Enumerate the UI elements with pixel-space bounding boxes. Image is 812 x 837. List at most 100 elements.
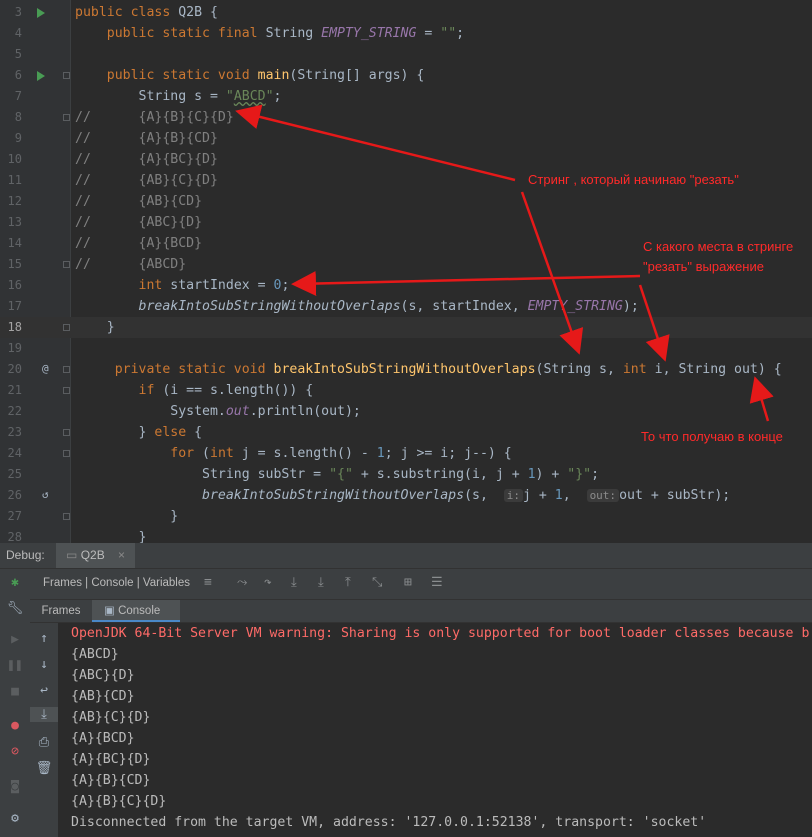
view-breakpoints-icon[interactable]: ● — [0, 718, 30, 733]
wrench-icon[interactable]: 🔧︎ — [0, 601, 30, 616]
line-number: 27 — [7, 509, 22, 523]
line-number: 19 — [7, 341, 22, 355]
tab-console-label: Console — [118, 605, 161, 617]
console-icon: ▣ — [104, 605, 115, 617]
code-line[interactable]: 24 for (int j = s.length() - 1; j >= i; … — [0, 443, 812, 464]
line-number: 15 — [7, 257, 22, 271]
code-line[interactable]: 19 — [0, 338, 812, 359]
camera-icon[interactable]: ◙ — [0, 779, 30, 794]
code-line[interactable]: 17 breakIntoSubStringWithoutOverlaps(s, … — [0, 296, 812, 317]
code-line[interactable]: 10 // {A}{BC}{D} — [0, 149, 812, 170]
code-line[interactable]: 4 public static final String EMPTY_STRIN… — [0, 23, 812, 44]
code-line[interactable]: 6 public static void main(String[] args)… — [0, 65, 812, 86]
fold-marker-icon[interactable] — [63, 450, 70, 457]
code-line[interactable]: 18 } — [0, 317, 812, 338]
debug-label: Debug: — [6, 548, 45, 562]
layout-title[interactable]: Frames | Console | Variables — [43, 577, 190, 589]
soft-wrap-icon[interactable]: ↩ — [30, 683, 58, 698]
console-output[interactable]: OpenJDK 64-Bit Server VM warning: Sharin… — [58, 623, 812, 837]
line-number: 25 — [7, 467, 22, 481]
console-line: {ABC}{D} — [71, 668, 135, 683]
line-number: 14 — [7, 236, 22, 250]
fold-marker-icon[interactable] — [63, 72, 70, 79]
debugger-subtabs: Frames ▣ Console — [30, 600, 812, 623]
console-line: {A}{B}{C}{D} — [71, 794, 167, 809]
fold-marker-icon[interactable] — [63, 366, 70, 373]
fold-marker-icon[interactable] — [63, 324, 70, 331]
show-execution-point-icon[interactable]: ⤳ — [237, 576, 247, 590]
annotation-from-where-2: "резать" выражение — [643, 259, 764, 274]
up-arrow-icon[interactable]: ↑ — [30, 631, 58, 646]
code-text: public static void main(String[] args) { — [106, 68, 425, 83]
close-icon[interactable]: × — [118, 548, 125, 562]
force-step-into-icon[interactable]: ⤓ — [318, 576, 324, 590]
fold-marker-icon[interactable] — [63, 429, 70, 436]
scroll-to-end-icon[interactable]: ⤓ — [30, 707, 58, 722]
fold-marker-icon[interactable] — [63, 513, 70, 520]
code-text: breakIntoSubStringWithoutOverlaps(s, sta… — [138, 299, 639, 314]
code-line[interactable]: 28 } — [0, 527, 812, 543]
line-number: 16 — [7, 278, 22, 292]
code-line[interactable]: 22 System.out.println(out); — [0, 401, 812, 422]
code-line[interactable]: 25 String subStr = "{" + s.substring(i, … — [0, 464, 812, 485]
run-gutter-icon[interactable] — [37, 71, 45, 81]
pause-icon[interactable]: ❚❚ — [0, 658, 30, 673]
code-line[interactable]: 20 private static void breakIntoSubStrin… — [0, 359, 812, 380]
code-line[interactable]: 3 public class Q2B { — [0, 2, 812, 23]
code-line[interactable]: 5 — [0, 44, 812, 65]
code-line[interactable]: 13 // {ABC}{D} — [0, 212, 812, 233]
fold-marker-icon[interactable] — [63, 387, 70, 394]
code-line[interactable]: 21 if (i == s.length()) { — [0, 380, 812, 401]
menu-icon[interactable]: ≡ — [204, 576, 212, 590]
resume-icon[interactable]: ▶ — [0, 632, 30, 647]
fold-marker-icon[interactable] — [63, 114, 70, 121]
code-line[interactable]: 7 String s = "ABCD"; — [0, 86, 812, 107]
step-out-icon[interactable]: ⤒ — [345, 576, 351, 590]
code-text: private static void breakIntoSubStringWi… — [114, 362, 782, 377]
stop-icon[interactable]: ■ — [0, 684, 30, 699]
override-gutter-icon[interactable]: @ — [42, 358, 49, 379]
run-gutter-icon[interactable] — [37, 8, 45, 18]
line-number: 6 — [14, 68, 22, 82]
line-number: 7 — [14, 89, 22, 103]
line-number: 13 — [7, 215, 22, 229]
annotation-result: То что получаю в конце — [641, 429, 783, 444]
code-text: public static final String EMPTY_STRING … — [106, 26, 465, 41]
code-line[interactable]: 27 } — [0, 506, 812, 527]
line-number: 9 — [14, 131, 22, 145]
code-line[interactable]: 26 breakIntoSubStringWithoutOverlaps(s, … — [0, 485, 812, 506]
code-line[interactable]: 12 // {AB}{CD} — [0, 191, 812, 212]
evaluate-expression-icon[interactable]: ⊞ — [404, 576, 412, 590]
annotation-from-where-1: С какого места в стринге — [643, 239, 794, 254]
annotation-string-to-cut: Стринг , который начинаю "резать" — [528, 172, 739, 187]
trash-icon[interactable]: 🗑︎ — [30, 761, 58, 776]
code-line[interactable]: 16 int startIndex = 0; — [0, 275, 812, 296]
gear-icon[interactable]: ⚙ — [0, 811, 30, 826]
bug-icon[interactable]: ✱ — [0, 575, 30, 590]
debug-tool-window-header: Debug: ▭ Q2B × — [0, 543, 812, 569]
run-to-cursor-icon[interactable]: ⤡ — [372, 576, 382, 590]
console-line: {A}{B}{CD} — [71, 773, 151, 788]
line-number: 22 — [7, 404, 22, 418]
code-text: // {ABC}{D} — [75, 215, 203, 230]
print-icon[interactable]: ⎙ — [30, 735, 58, 750]
code-line[interactable]: 8 // {A}{B}{C}{D} — [0, 107, 812, 128]
step-into-icon[interactable]: ⤓ — [291, 576, 297, 590]
tab-console[interactable]: ▣ Console — [92, 600, 180, 622]
tab-frames[interactable]: Frames — [30, 600, 92, 622]
code-line[interactable]: 9 // {A}{B}{CD} — [0, 128, 812, 149]
code-editor[interactable]: 3 public class Q2B {4 public static final… — [0, 0, 812, 543]
down-arrow-icon[interactable]: ↓ — [30, 657, 58, 672]
step-over-icon[interactable]: ↷ — [264, 576, 272, 590]
line-number: 21 — [7, 383, 22, 397]
mute-breakpoints-icon[interactable]: ⊘ — [0, 744, 30, 759]
code-text: System.out.println(out); — [75, 404, 361, 419]
code-text: } — [75, 530, 147, 543]
debug-session-tab[interactable]: ▭ Q2B × — [56, 543, 136, 568]
code-text: if (i == s.length()) { — [138, 383, 314, 398]
fold-marker-icon[interactable] — [63, 261, 70, 268]
code-text: // {A}{BCD} — [75, 236, 203, 251]
code-text: public class Q2B { — [75, 5, 218, 20]
line-number: 17 — [7, 299, 22, 313]
settings-list-icon[interactable]: ☰ — [431, 576, 443, 590]
